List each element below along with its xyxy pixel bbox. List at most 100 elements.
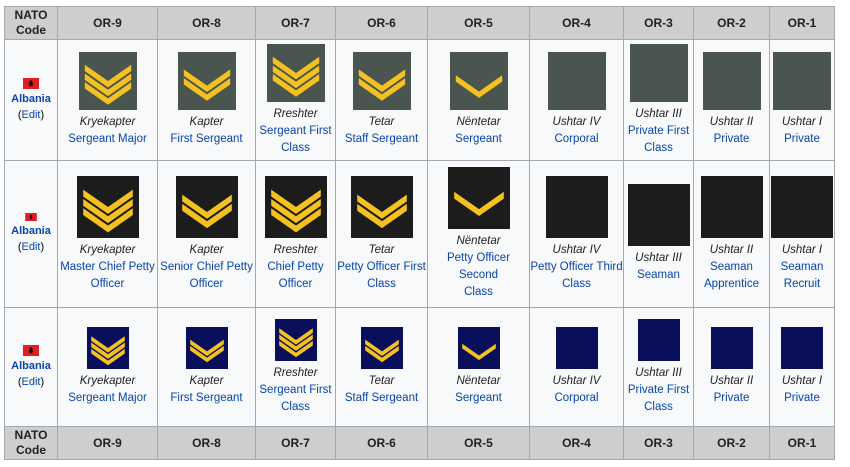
english-rank-link-line2[interactable]: Officer: [256, 276, 335, 293]
native-rank-name: Ushtar II: [709, 375, 754, 387]
chevron-insignia-icon: [360, 327, 403, 369]
header-row-top: NATO Code OR-9 OR-8 OR-7 OR-6 OR-5 OR-4 O…: [4, 6, 835, 40]
country-cell: Albania (Edit): [4, 307, 58, 427]
english-rank-link[interactable]: Sergeant Major: [58, 390, 157, 407]
english-rank-link-line2[interactable]: Class: [256, 399, 335, 416]
english-rank-link[interactable]: Private: [694, 131, 769, 148]
english-rank-link[interactable]: Petty Officer Second: [428, 250, 529, 284]
rank-cell-or-6: Tetar Staff Sergeant: [335, 39, 428, 161]
plain-insignia-icon: [702, 52, 761, 110]
albania-flag-icon: [23, 77, 39, 89]
albania-flag-icon: [23, 344, 39, 356]
english-rank-link-line2[interactable]: Officer: [158, 276, 255, 293]
rank-caption: Tetar Staff Sergeant: [336, 373, 427, 407]
native-rank-name: Tetar: [368, 375, 395, 387]
plain-insignia-icon: [710, 327, 753, 369]
english-rank-link[interactable]: Corporal: [530, 131, 623, 148]
edit-link[interactable]: Edit: [22, 241, 41, 253]
chevron-insignia-icon: [185, 327, 228, 369]
rank-caption: Kapter First Sergeant: [158, 373, 255, 407]
english-rank-link[interactable]: Seaman: [694, 259, 769, 276]
rank-cell-or-4: Ushtar IV Corporal: [529, 307, 624, 427]
header-code-or1: OR-1: [769, 6, 835, 40]
english-rank-link[interactable]: Staff Sergeant: [336, 131, 427, 148]
english-rank-link[interactable]: First Sergeant: [158, 131, 255, 148]
english-rank-link[interactable]: Master Chief Petty: [58, 259, 157, 276]
rank-cell-or-8: Kapter Senior Chief Petty Officer: [157, 160, 256, 308]
chevron-insignia-icon: [447, 167, 510, 229]
english-rank-link[interactable]: Private First: [624, 382, 693, 399]
english-rank-link[interactable]: Seaman: [770, 259, 834, 276]
english-rank-link-line2[interactable]: Class: [530, 276, 623, 293]
rank-caption: Ushtar IV Corporal: [530, 114, 623, 148]
english-rank-link[interactable]: Seaman: [624, 267, 693, 284]
rank-cell-or-5: Nëntetar Sergeant: [427, 307, 530, 427]
rank-cell-or-9: Kryekapter Master Chief Petty Officer: [57, 160, 158, 308]
native-rank-name: Kryekapter: [79, 375, 136, 387]
albania-flag-icon: [25, 213, 37, 221]
english-rank-link-line2[interactable]: Apprentice: [694, 276, 769, 293]
english-rank-link-line2[interactable]: Class: [336, 276, 427, 293]
english-rank-link[interactable]: Sergeant: [428, 131, 529, 148]
header-code-or5: OR-5: [427, 6, 530, 40]
english-rank-link[interactable]: Chief Petty: [256, 259, 335, 276]
english-rank-link-line2[interactable]: Class: [428, 284, 529, 301]
english-rank-link[interactable]: Staff Sergeant: [336, 390, 427, 407]
edit-link[interactable]: Edit: [22, 376, 41, 388]
english-rank-link[interactable]: Petty Officer First: [336, 259, 427, 276]
plain-insignia-icon: [547, 52, 606, 110]
native-rank-name: Ushtar III: [635, 366, 682, 379]
english-rank-link-line2[interactable]: Class: [256, 140, 335, 157]
native-rank-name: Kryekapter: [79, 243, 136, 256]
rank-caption: Nëntetar Petty Officer Second Class: [428, 233, 529, 301]
rank-cell-or-5: Nëntetar Sergeant: [427, 39, 530, 161]
country-link[interactable]: Albania: [11, 225, 51, 237]
english-rank-link-line2[interactable]: Officer: [58, 276, 157, 293]
english-rank-link[interactable]: Sergeant First: [256, 123, 335, 140]
chevron-insignia-icon: [86, 327, 129, 369]
english-rank-link-line2[interactable]: Class: [624, 399, 693, 416]
chevron-insignia-icon: [177, 52, 236, 110]
header-row-bottom: NATO Code OR-9 OR-8 OR-7 OR-6 OR-5 OR-4 OR-3 OR-2…: [4, 426, 835, 460]
country-link[interactable]: Albania: [11, 93, 51, 105]
native-rank-name: Tetar: [368, 243, 395, 256]
rank-cell-or-6: Tetar Staff Sergeant: [335, 307, 428, 427]
english-rank-link[interactable]: Private: [694, 390, 769, 407]
plain-insignia-icon: [545, 175, 608, 238]
chevron-insignia-icon: [350, 175, 413, 238]
english-rank-link[interactable]: Private: [770, 131, 834, 148]
rank-cell-or-7: Rreshter Sergeant First Class: [255, 39, 336, 161]
english-rank-link[interactable]: Sergeant First: [256, 382, 335, 399]
country-link[interactable]: Albania: [11, 360, 51, 372]
footer-code-or-6: OR-6: [335, 426, 428, 460]
rank-caption: Rreshter Sergeant First Class: [256, 106, 335, 157]
native-rank-name: Ushtar II: [709, 243, 754, 256]
english-rank-link[interactable]: Senior Chief Petty: [158, 259, 255, 276]
native-rank-name: Ushtar I: [781, 116, 823, 128]
english-rank-link-line2[interactable]: Class: [624, 140, 693, 157]
native-rank-name: Kapter: [189, 116, 224, 128]
rank-cell-or-3: Ushtar III Private First Class: [623, 39, 694, 161]
rank-cell-or-4: Ushtar IV Corporal: [529, 39, 624, 161]
english-rank-link[interactable]: Sergeant Major: [58, 131, 157, 148]
english-rank-link[interactable]: Sergeant: [428, 390, 529, 407]
native-rank-name: Kapter: [189, 375, 224, 387]
english-rank-link[interactable]: First Sergeant: [158, 390, 255, 407]
rank-row-navy: Albania (Edit) Kryekapter Master Chief Pett…: [4, 160, 835, 308]
plain-insignia-icon: [781, 327, 823, 369]
native-rank-name: Rreshter: [273, 243, 318, 256]
footer-code-or-7: OR-7: [255, 426, 336, 460]
english-rank-link-line2[interactable]: Recruit: [770, 276, 834, 293]
english-rank-link[interactable]: Private First: [624, 123, 693, 140]
rank-caption: Ushtar IV Corporal: [530, 373, 623, 407]
native-rank-name: Tetar: [368, 116, 395, 128]
native-rank-name: Kapter: [189, 243, 224, 256]
rank-caption: Ushtar III Private First Class: [624, 365, 693, 416]
rank-caption: Kapter First Sergeant: [158, 114, 255, 148]
country-cell: Albania (Edit): [4, 39, 58, 161]
english-rank-link[interactable]: Petty Officer Third: [530, 259, 623, 276]
rank-cell-or-9: Kryekapter Sergeant Major: [57, 307, 158, 427]
english-rank-link[interactable]: Corporal: [530, 390, 623, 407]
edit-link[interactable]: Edit: [22, 109, 41, 121]
english-rank-link[interactable]: Private: [770, 390, 834, 407]
